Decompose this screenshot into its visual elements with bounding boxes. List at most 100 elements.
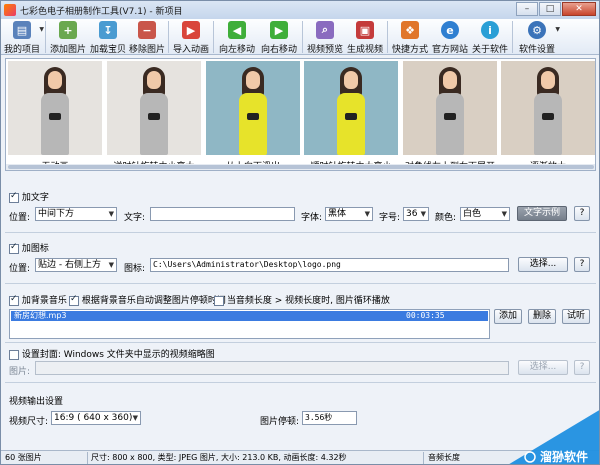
image-pause-input[interactable]: 3.56秒 xyxy=(302,411,357,425)
text-position-select[interactable]: 中间下方 ▼ xyxy=(35,207,117,221)
toolbar-add-image[interactable]: + 添加图片 xyxy=(48,19,88,55)
text-sample-button[interactable]: 文字示例 xyxy=(517,206,567,221)
auto-adjust-option[interactable]: 根据背景音乐自动调整图片停顿时间 xyxy=(69,293,226,306)
section-divider xyxy=(5,342,596,343)
toolbar-label: 向右移动 xyxy=(260,45,297,55)
icon-help-button[interactable]: ? xyxy=(574,257,590,272)
music-add-button[interactable]: 添加 xyxy=(494,309,522,324)
music-track-row[interactable]: 新房幻想.mp3 00:03:35 xyxy=(11,311,488,321)
add-text-option[interactable]: 加文字 xyxy=(9,190,49,203)
add-text-checkbox[interactable] xyxy=(9,191,19,203)
toolbar-import-animation[interactable]: ▶ 导入动画 xyxy=(171,19,211,55)
photo-head xyxy=(344,71,358,89)
gallery-thumbnail[interactable]: 顺时针旋转由大变小 xyxy=(304,61,398,170)
toolbar-my-projects[interactable]: ▤ 我的项目 ▼ xyxy=(1,19,44,55)
toolbar-label: 软件设置 xyxy=(518,45,555,55)
toolbar-remove-image[interactable]: − 移除图片 xyxy=(128,19,166,55)
toolbar-shortcut[interactable]: ❖ 快捷方式 xyxy=(390,19,430,55)
toolbar-move-left[interactable]: ◀ 向左移动 xyxy=(216,19,258,55)
close-button[interactable]: ✕ xyxy=(562,2,596,16)
magnifier-icon: ⌕ xyxy=(316,21,334,39)
scrollbar-thumb[interactable] xyxy=(8,165,594,169)
cover-help-button[interactable]: ? xyxy=(574,360,590,375)
ie-globe-icon: e xyxy=(441,21,459,39)
thumbnail-image xyxy=(8,61,102,155)
color-label: 颜色: xyxy=(435,213,457,223)
bg-music-checkbox[interactable] xyxy=(9,294,19,306)
toolbar-label: 快捷方式 xyxy=(391,45,428,55)
status-separator xyxy=(423,452,424,464)
output-settings-heading: 视频输出设置 xyxy=(9,397,64,407)
toolbar-move-right[interactable]: ▶ 向右移动 xyxy=(258,19,300,55)
photo-outfit xyxy=(41,93,69,155)
arrow-left-icon: ◀ xyxy=(228,21,246,39)
video-size-select[interactable]: 16:9 ( 640 x 360) ▼ xyxy=(51,411,141,425)
toolbar-generate-video[interactable]: ▣ 生成视频 xyxy=(345,19,385,55)
color-value: 白色 xyxy=(463,209,482,219)
gallery-thumbnail[interactable]: 无动画 xyxy=(8,61,102,170)
toolbar-video-preview[interactable]: ⌕ 视频预览 xyxy=(305,19,345,55)
toolbar-label: 关于软件 xyxy=(471,45,508,55)
font-value: 黑体 xyxy=(328,209,347,219)
font-size-select[interactable]: 36 ▼ xyxy=(403,207,429,221)
import-animation-icon: ▶ xyxy=(182,21,200,39)
toolbar-settings[interactable]: ⚙ 软件设置 ▼ xyxy=(515,19,560,55)
gallery-thumbnail[interactable]: 逆时针旋转由小变大 xyxy=(107,61,201,170)
loop-checkbox[interactable] xyxy=(214,295,224,306)
add-icon-checkbox[interactable] xyxy=(9,242,19,254)
horizontal-scrollbar[interactable] xyxy=(6,164,595,170)
section-divider xyxy=(5,382,596,383)
cover-option[interactable]: 设置封面: Windows 文件夹中显示的视频缩略图 xyxy=(9,347,215,360)
toolbar-label: 移除图片 xyxy=(128,45,165,55)
photo-head xyxy=(246,71,260,89)
thumbnail-image xyxy=(304,61,398,155)
photo-print xyxy=(345,113,357,120)
thumbnail-image xyxy=(403,61,497,155)
video-size-label: 视频尺寸: xyxy=(9,417,49,427)
bg-music-label: 加背景音乐 xyxy=(21,296,67,306)
icon-path-input[interactable]: C:\Users\Administrator\Desktop\logo.png xyxy=(150,258,509,272)
photo-head xyxy=(48,71,62,89)
font-select[interactable]: 黑体 ▼ xyxy=(325,207,373,221)
toolbar-load-item[interactable]: ↧ 加载宝贝 xyxy=(88,19,128,55)
font-label: 字体: xyxy=(301,213,323,223)
maximize-button[interactable]: □ xyxy=(539,2,561,16)
gear-icon: ⚙ xyxy=(528,21,546,39)
toolbar-about[interactable]: i 关于软件 xyxy=(470,19,510,55)
gallery-thumbnail[interactable]: 从上向下滑出 xyxy=(206,61,300,170)
bg-music-option[interactable]: 加背景音乐 xyxy=(9,293,67,306)
toolbar-label: 添加图片 xyxy=(49,45,86,55)
load-item-icon: ↧ xyxy=(99,21,117,39)
toolbar-separator xyxy=(387,21,388,53)
music-delete-button[interactable]: 删除 xyxy=(528,309,556,324)
gallery-thumbnail[interactable]: 逐渐放大 xyxy=(501,61,595,170)
cover-image-input[interactable] xyxy=(35,361,509,375)
toolbar-official-site[interactable]: e 官方网站 xyxy=(430,19,470,55)
text-help-button[interactable]: ? xyxy=(574,206,590,221)
auto-adjust-checkbox[interactable] xyxy=(69,294,79,306)
app-logo-icon xyxy=(4,4,16,16)
toolbar-label: 导入动画 xyxy=(172,45,209,55)
gallery-thumbnail[interactable]: 对角线左上到右下展开 xyxy=(403,61,497,170)
cover-checkbox[interactable] xyxy=(9,349,19,360)
toolbar-label: 视频预览 xyxy=(306,45,343,55)
photo-print xyxy=(444,113,456,120)
minimize-button[interactable]: – xyxy=(516,2,538,16)
add-icon-option[interactable]: 加图标 xyxy=(9,241,49,254)
about-info-icon: i xyxy=(481,21,499,39)
photo-print xyxy=(542,113,554,120)
image-gallery: 无动画逆时针旋转由小变大从上向下滑出顺时针旋转由大变小对角线左上到右下展开逐渐放… xyxy=(5,58,596,171)
text-content-input[interactable] xyxy=(150,207,295,221)
icon-position-select[interactable]: 贴边 - 右侧上方 ▼ xyxy=(35,258,117,272)
icon-position-label: 位置: xyxy=(9,264,31,274)
toolbar-label: 生成视频 xyxy=(346,45,383,55)
cover-image-label: 图片: xyxy=(9,367,31,377)
loop-option[interactable]: 当音频长度 > 视频长度时, 图片循环播放 xyxy=(214,293,390,306)
cover-choose-button[interactable]: 选择... xyxy=(518,360,568,375)
music-list[interactable]: 新房幻想.mp3 00:03:35 xyxy=(9,309,490,339)
toolbar-label: 官方网站 xyxy=(431,45,468,55)
music-listen-button[interactable]: 试听 xyxy=(562,309,590,324)
add-icon-label: 加图标 xyxy=(21,244,49,254)
color-select[interactable]: 白色 ▼ xyxy=(460,207,510,221)
icon-choose-button[interactable]: 选择... xyxy=(518,257,568,272)
